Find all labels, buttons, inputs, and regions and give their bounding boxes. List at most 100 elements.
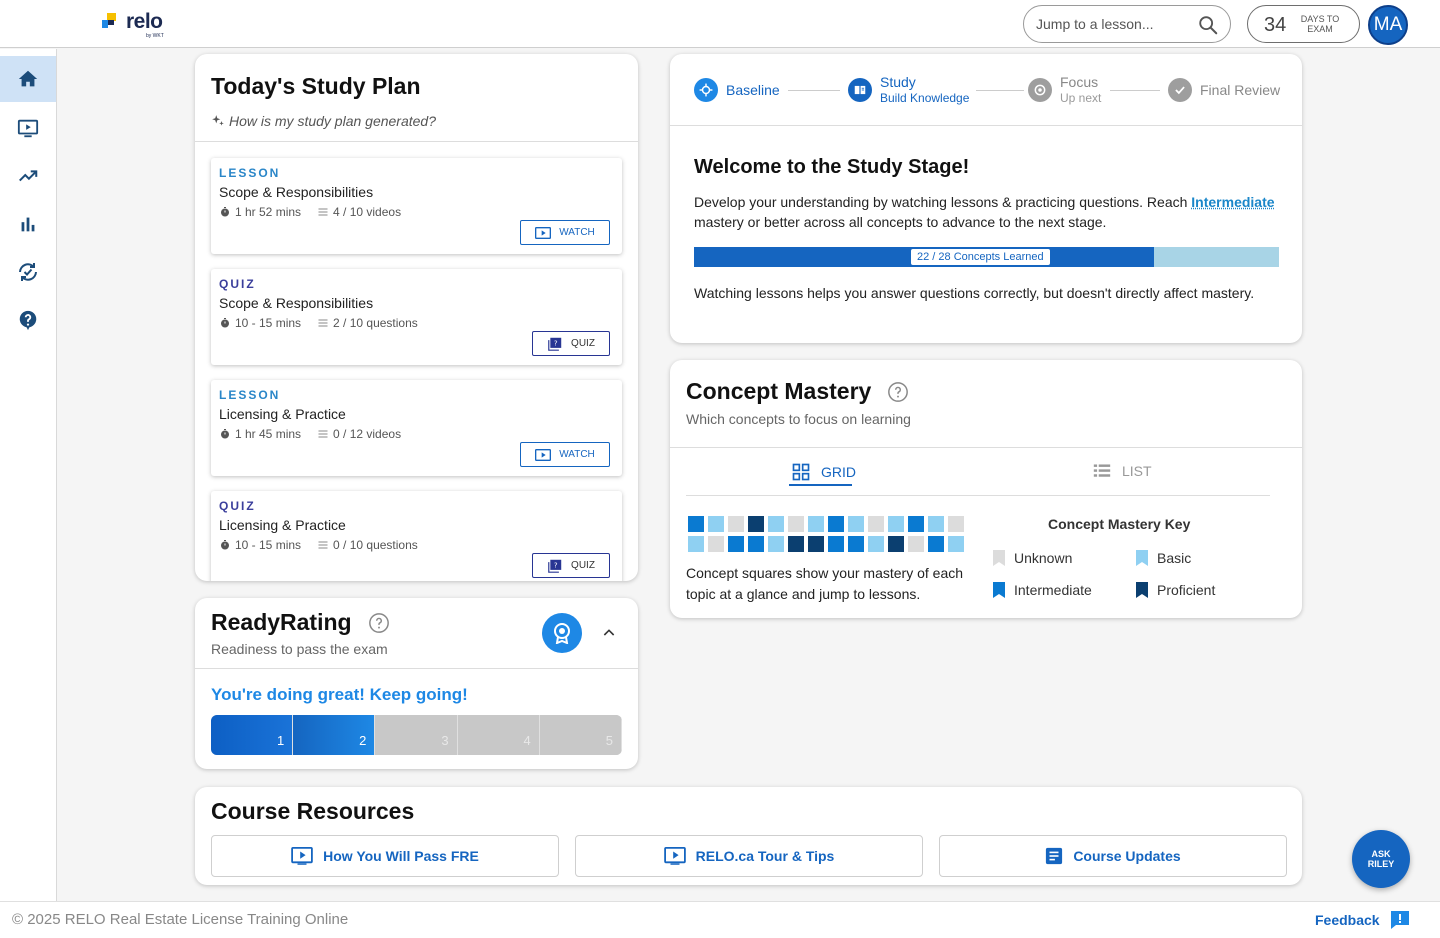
avatar[interactable]: MA — [1368, 5, 1408, 45]
nav-help[interactable] — [0, 297, 56, 343]
ready-rating-message: You're doing great! Keep going! — [211, 685, 468, 704]
concept-square[interactable] — [928, 536, 944, 552]
resource-how-you-will-pass-button[interactable]: How You Will Pass FRE — [211, 835, 559, 877]
concept-square[interactable] — [808, 516, 824, 532]
brand-sub: by WKT — [146, 33, 164, 39]
timer-icon — [221, 540, 229, 550]
nav-progress[interactable] — [0, 153, 56, 199]
list-item[interactable]: LESSON Scope & Responsibilities 1 hr 52 … — [211, 158, 622, 254]
list-item[interactable]: QUIZ Scope & Responsibilities 10 - 15 mi… — [211, 269, 622, 365]
concept-square[interactable] — [728, 516, 744, 532]
item-time: 10 - 15 mins — [235, 538, 302, 552]
concept-square[interactable] — [848, 516, 864, 532]
concept-square[interactable] — [768, 536, 784, 552]
quiz-button-label: QUIZ — [571, 338, 595, 349]
search-input[interactable] — [1036, 15, 1186, 33]
welcome-description: Develop your understanding by watching l… — [694, 192, 1279, 232]
svg-text:?: ? — [554, 339, 558, 347]
video-icon — [291, 847, 313, 865]
concept-square[interactable] — [788, 536, 804, 552]
ask-riley-button[interactable]: ASK RILEY — [1352, 830, 1410, 888]
concept-square[interactable] — [828, 536, 844, 552]
list-item[interactable]: LESSON Licensing & Practice 1 hr 45 mins… — [211, 380, 622, 476]
concept-mastery-title: Concept Mastery — [686, 378, 872, 404]
concept-square[interactable] — [748, 516, 764, 532]
concept-square[interactable] — [768, 516, 784, 532]
tab-grid[interactable]: GRID — [791, 462, 856, 482]
concept-square[interactable] — [728, 536, 744, 552]
feedback-icon[interactable] — [1390, 910, 1410, 930]
concept-square[interactable] — [888, 516, 904, 532]
intermediate-link[interactable]: Intermediate — [1191, 194, 1274, 210]
nav-lessons[interactable] — [0, 105, 56, 151]
key-unknown: Unknown — [992, 549, 1072, 567]
days-to-exam-badge[interactable]: 34 DAYS TO EXAM — [1247, 5, 1360, 43]
step-focus[interactable]: Focus Up next — [1028, 74, 1101, 106]
step-final-review[interactable]: Final Review — [1168, 78, 1280, 102]
concept-square[interactable] — [908, 536, 924, 552]
trending-up-icon — [19, 170, 38, 182]
concept-square[interactable] — [848, 536, 864, 552]
lesson-search[interactable] — [1023, 5, 1231, 43]
item-type: LESSON — [219, 166, 281, 180]
list-item[interactable]: QUIZ Licensing & Practice 10 - 15 mins 0… — [211, 491, 622, 581]
concept-square[interactable] — [928, 516, 944, 532]
rating-segment: 1 — [211, 715, 294, 755]
concept-square[interactable] — [948, 516, 964, 532]
concept-square[interactable] — [708, 516, 724, 532]
relo-logo[interactable]: relo by WKT — [100, 10, 180, 40]
nav-home[interactable] — [0, 56, 56, 102]
key-basic: Basic — [1135, 549, 1191, 567]
help-circle-icon[interactable] — [368, 612, 390, 634]
concept-square[interactable] — [708, 536, 724, 552]
chevron-up-icon[interactable] — [601, 625, 617, 641]
home-icon — [18, 70, 38, 87]
mastery-note: Watching lessons helps you answer questi… — [694, 285, 1255, 301]
key-label: Unknown — [1014, 550, 1073, 566]
copyright-text: © 2025 RELO Real Estate License Training… — [12, 911, 349, 928]
bookmark-icon — [1136, 550, 1148, 566]
concept-square[interactable] — [828, 516, 844, 532]
concept-square[interactable] — [908, 516, 924, 532]
watch-button[interactable]: WATCH — [520, 220, 610, 245]
tab-list[interactable]: LIST — [1092, 462, 1152, 480]
step-study[interactable]: Study Build Knowledge — [848, 74, 969, 106]
concept-square[interactable] — [868, 516, 884, 532]
item-count: 0 / 12 videos — [333, 427, 402, 441]
top-bar: relo by WKT 34 DAYS TO EXAM MA — [0, 0, 1440, 48]
watch-button-label: WATCH — [559, 449, 595, 460]
view-tabs: GRID LIST — [670, 447, 1302, 502]
concept-square[interactable] — [788, 516, 804, 532]
desc-suffix: mastery or better across all concepts to… — [694, 214, 1107, 230]
desc-prefix: Develop your understanding by watching l… — [694, 194, 1188, 210]
study-plan-info-link[interactable]: How is my study plan generated? — [211, 113, 436, 129]
concept-square[interactable] — [868, 536, 884, 552]
award-badge[interactable] — [542, 613, 582, 653]
concept-square[interactable] — [808, 536, 824, 552]
item-title: Licensing & Practice — [219, 517, 346, 533]
feedback-link[interactable]: Feedback — [1315, 912, 1380, 928]
search-icon[interactable] — [1197, 14, 1219, 36]
mastery-grid — [688, 516, 968, 554]
concept-square[interactable] — [888, 536, 904, 552]
quiz-button[interactable]: ? QUIZ — [532, 553, 610, 578]
book-icon — [848, 78, 872, 102]
quiz-icon: ? — [548, 337, 562, 351]
concept-square[interactable] — [948, 536, 964, 552]
nav-stats[interactable] — [0, 201, 56, 247]
nav-review[interactable] — [0, 249, 56, 295]
document-icon — [1046, 847, 1063, 865]
concept-square[interactable] — [688, 516, 704, 532]
help-circle-icon[interactable] — [887, 381, 909, 403]
step-baseline[interactable]: Baseline — [694, 78, 780, 102]
resource-course-updates-button[interactable]: Course Updates — [939, 835, 1287, 877]
days-label: DAYS TO EXAM — [1300, 14, 1340, 34]
progress-label: 22 / 28 Concepts Learned — [911, 249, 1050, 265]
concept-square[interactable] — [688, 536, 704, 552]
side-nav — [0, 49, 57, 901]
resource-tour-tips-button[interactable]: RELO.ca Tour & Tips — [575, 835, 923, 877]
watch-button[interactable]: WATCH — [520, 442, 610, 467]
concept-square[interactable] — [748, 536, 764, 552]
target-icon — [694, 78, 718, 102]
quiz-button[interactable]: ? QUIZ — [532, 331, 610, 356]
